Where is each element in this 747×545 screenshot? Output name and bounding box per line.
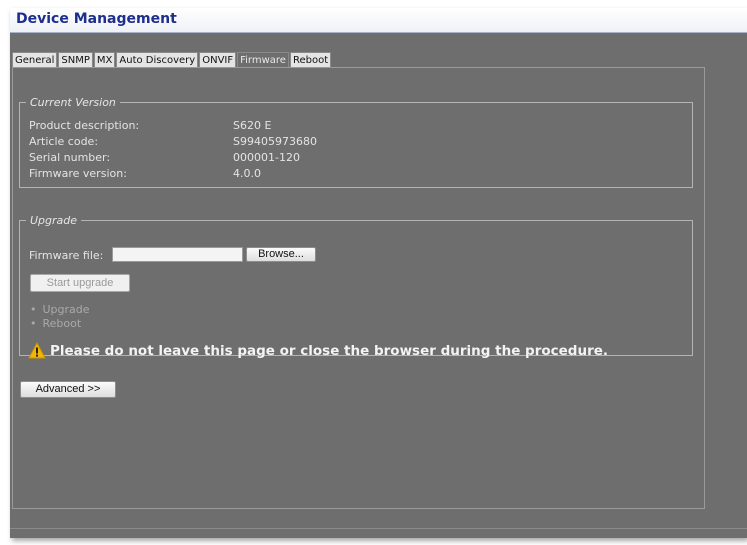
page-title: Device Management [16,11,177,27]
article-code-label: Article code: [29,135,99,148]
tab-general[interactable]: General [12,52,58,67]
tab-auto-discovery[interactable]: Auto Discovery [116,52,199,67]
tab-bar: General SNMP MX Auto Discovery ONVIF Fir… [12,52,332,68]
step-upgrade: Upgrade [30,303,90,317]
bottom-divider [10,528,747,529]
tab-reboot[interactable]: Reboot [289,52,332,67]
tab-firmware[interactable]: Firmware [237,52,289,67]
browse-button[interactable]: Browse... [246,247,316,262]
warning-text: Please do not leave this page or close t… [50,343,609,359]
firmware-file-input[interactable] [112,247,243,262]
firmware-file-label: Firmware file: [29,249,104,262]
serial-number-row: Serial number: 000001-120 [29,151,429,167]
article-code-row: Article code: S99405973680 [29,135,429,151]
product-description-label: Product description: [29,119,140,132]
title-bar: Device Management [10,8,747,33]
upgrade-group: Upgrade Firmware file: Browse... Start u… [19,214,693,359]
device-management-window: Device Management General SNMP MX Auto D… [10,8,747,538]
advanced-button[interactable]: Advanced >> [20,381,116,398]
serial-number-label: Serial number: [29,151,111,164]
firmware-panel: Current Version Product description: S62… [12,67,705,509]
article-code-value: S99405973680 [233,135,317,148]
upgrade-legend: Upgrade [30,214,78,227]
upgrade-steps-list: Upgrade Reboot [30,303,90,331]
tab-mx[interactable]: MX [93,52,116,67]
product-description-row: Product description: S620 E [29,119,429,135]
serial-number-value: 000001-120 [233,151,300,164]
firmware-version-row: Firmware version: 4.0.0 [29,167,429,183]
tab-onvif[interactable]: ONVIF [199,52,237,67]
step-reboot: Reboot [30,317,90,331]
current-version-group: Current Version Product description: S62… [19,96,693,188]
warning-triangle-icon [28,342,46,359]
tab-snmp[interactable]: SNMP [58,52,93,67]
start-upgrade-button[interactable]: Start upgrade [30,274,130,292]
firmware-version-value: 4.0.0 [233,167,261,180]
firmware-version-label: Firmware version: [29,167,127,180]
product-description-value: S620 E [233,119,272,132]
current-version-legend: Current Version [30,96,116,109]
